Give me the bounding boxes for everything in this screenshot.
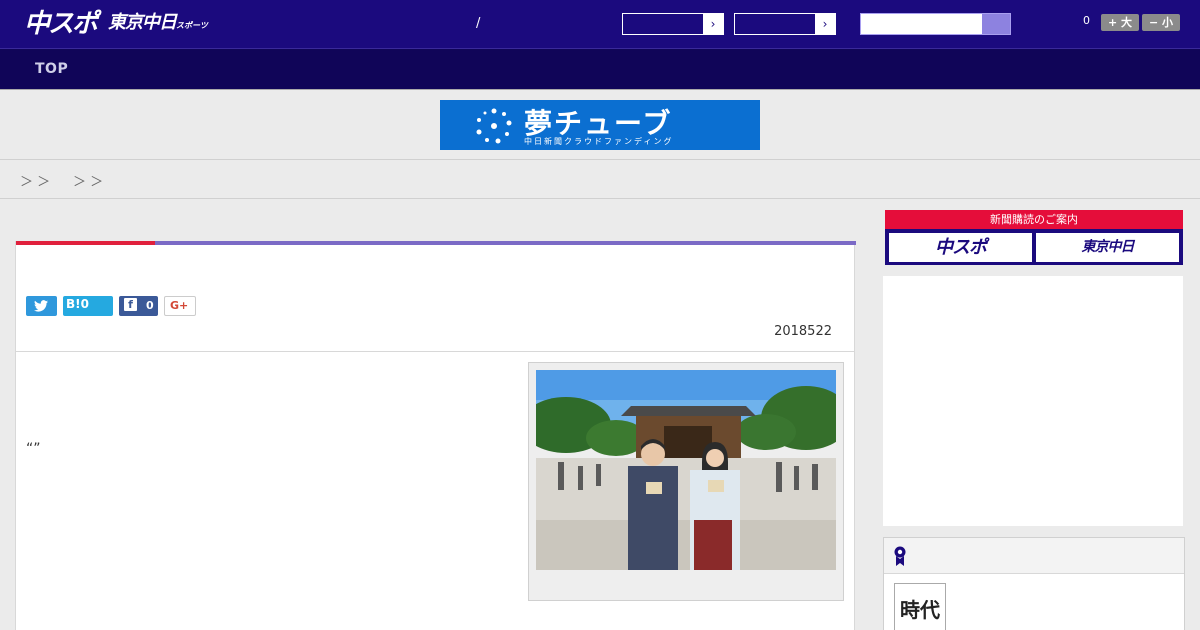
article-photo[interactable] [536,370,836,570]
share-twitter-button[interactable] [26,296,57,316]
logo-sports-small: スポーツ [176,20,208,30]
gplus-icon: G+ [170,299,189,312]
subscription-banner[interactable]: 新聞購読のご案内 中スポ 東京中日 [885,210,1183,265]
logo-chuspo[interactable]: 中スポ [24,8,98,40]
breadcrumb-separator: ＞ ＞ [20,175,51,190]
chevron-right-icon: › [815,14,835,34]
breadcrumb: ＞ ＞ ＞ ＞ [0,161,1200,199]
article-card: B!0 f 0 G+ 2018522 “” [15,241,856,630]
subscribe-chuspo-button[interactable]: 中スポ [889,233,1032,262]
logo-tokyo-chunichi-text: 東京中日 [108,11,177,33]
share-hatena-button[interactable]: B!0 [63,296,113,316]
font-larger-button[interactable]: + 大 [1101,14,1139,31]
yume-tube-banner[interactable]: 夢チューブ 中日新聞クラウドファンディング [440,100,760,150]
share-facebook-button[interactable]: f 0 [119,296,158,316]
font-size-counter: 0 [1083,14,1090,27]
sparkle-ring-icon [476,108,512,144]
banner-subtitle: 中日新聞クラウドファンディング [524,137,674,146]
subscribe-tokyo-chunichi-button[interactable]: 東京中日 [1036,233,1179,262]
font-smaller-button[interactable]: − 小 [1142,14,1180,31]
article-divider [16,351,854,352]
facebook-count: 0 [146,299,154,312]
article-accent-bar [16,241,155,245]
article-photo-frame [528,362,844,601]
logo-tokyo-chunichi[interactable]: 東京中日スポーツ [108,7,208,42]
sidebar-ad [883,276,1183,526]
article-quote: “” [26,441,41,457]
ranking-thumbnail[interactable]: 時代 [894,583,946,630]
ranking-widget: 時代 [883,537,1185,630]
main-nav: TOP [0,49,1200,90]
ranking-header [884,538,1184,574]
breadcrumb-separator: ＞ ＞ [73,175,104,190]
site-header: 中スポ 東京中日スポーツ / › › 0 + 大 − 小 [0,0,1200,49]
header-separator: / [476,16,481,31]
search-button[interactable] [982,14,1010,34]
ranking-medal-icon [894,546,906,566]
article-date: 2018522 [774,324,832,339]
article-accent-bar-secondary [155,241,856,245]
site-logo[interactable]: 中スポ 東京中日スポーツ [24,8,208,40]
category-select-2[interactable]: › [734,13,836,35]
category-select-1[interactable]: › [622,13,724,35]
twitter-icon [34,300,48,312]
subscription-heading: 新聞購読のご案内 [885,210,1183,229]
facebook-icon: f [124,298,137,311]
nav-item-top[interactable]: TOP [35,61,68,77]
share-gplus-button[interactable]: G+ [164,296,196,316]
search-input[interactable] [860,13,1011,35]
banner-area: 夢チューブ 中日新聞クラウドファンディング [0,90,1200,160]
chevron-right-icon: › [703,14,723,34]
hatena-label: B!0 [66,297,89,311]
